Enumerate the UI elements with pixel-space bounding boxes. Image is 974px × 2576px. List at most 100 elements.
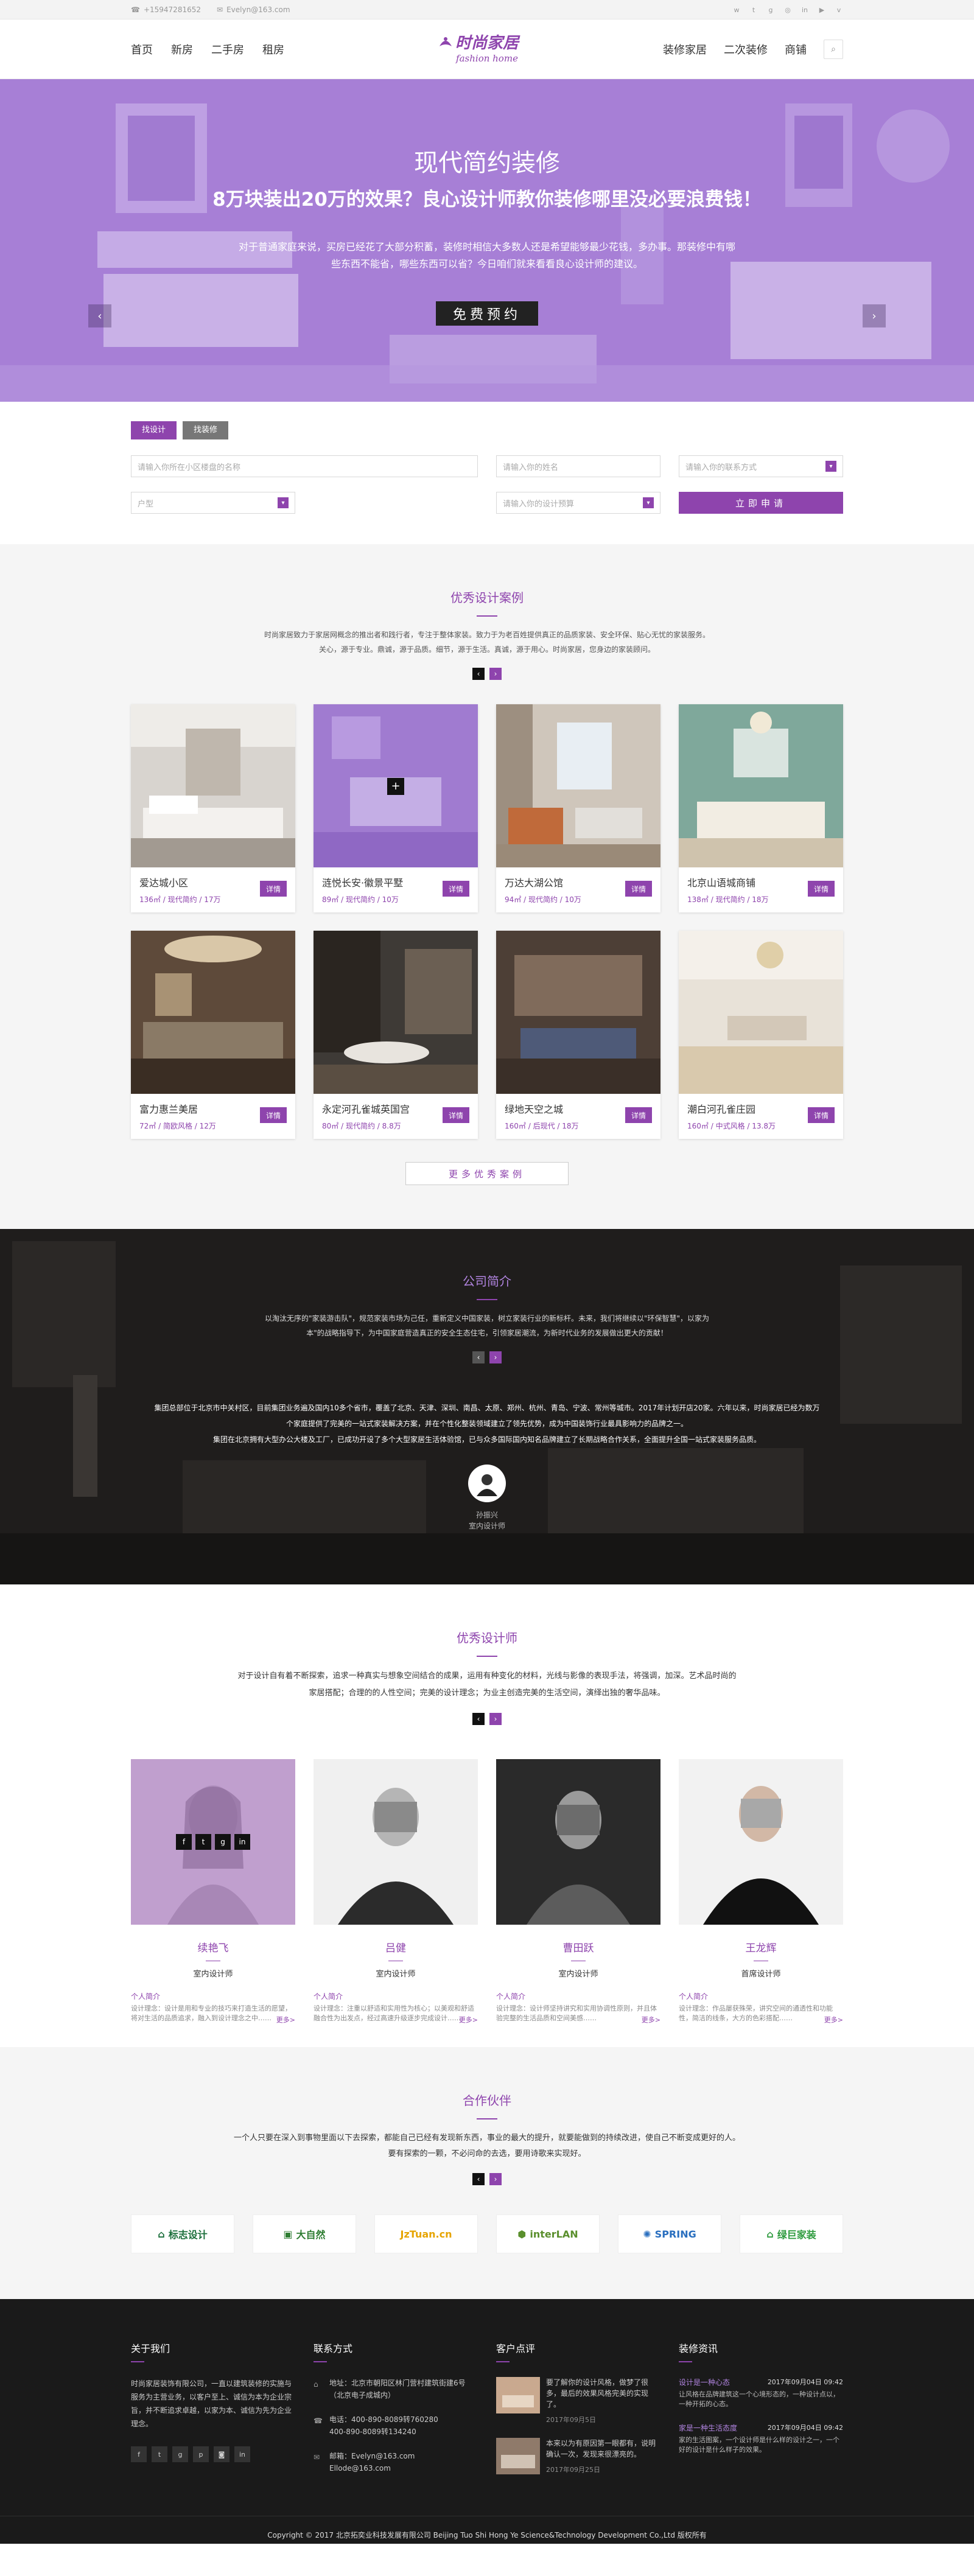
twitter-icon[interactable]: t	[749, 5, 758, 14]
dribbble-icon[interactable]: ◎	[783, 5, 792, 14]
linkedin-icon[interactable]: in	[234, 1834, 250, 1850]
case-image[interactable]	[131, 704, 295, 867]
news-title[interactable]: 家是一种生活态度	[679, 2423, 737, 2433]
case-image[interactable]	[679, 931, 843, 1094]
partner-logo[interactable]: ⬢ interLAN	[496, 2214, 600, 2253]
pinterest-icon[interactable]: p	[193, 2446, 209, 2462]
case-card[interactable]: 永定河孔雀城英国宫 80㎡ / 现代简约 / 8.8万 详情	[314, 931, 478, 1139]
prev-button[interactable]: ‹	[472, 668, 485, 680]
designer-photo[interactable]	[314, 1759, 478, 1925]
site-logo[interactable]: 时尚家居 fashion home	[439, 30, 519, 64]
nav-shops[interactable]: 商铺	[785, 41, 807, 57]
case-card[interactable]: 潮白河孔雀庄园 160㎡ / 中式风格 / 13.8万 详情	[679, 931, 843, 1139]
news-title[interactable]: 设计是一种心态	[679, 2377, 730, 2387]
partner-logo[interactable]: JzTuan.cn	[374, 2214, 478, 2253]
partner-name: 标志设计	[168, 2229, 208, 2241]
nav-home[interactable]: 首页	[131, 41, 153, 57]
email-text: Evelyn@163.com	[226, 5, 290, 14]
nav-new-house[interactable]: 新房	[171, 41, 193, 57]
detail-button[interactable]: 详情	[260, 1107, 287, 1123]
email-text[interactable]: 邮箱：Evelyn@163.com Ellode@163.com	[329, 2450, 415, 2474]
vimeo-icon[interactable]: v	[835, 5, 843, 14]
case-card[interactable]: 富力惠兰美居 72㎡ / 简欧风格 / 12万 详情	[131, 931, 295, 1139]
next-button[interactable]: ›	[489, 1713, 502, 1725]
google-plus-icon[interactable]: g	[215, 1834, 231, 1850]
designer-card[interactable]: 曹田跃 室内设计师 个人简介 设计理念：设计师坚持讲究和实用协调性原则，并且体验…	[496, 1759, 660, 2025]
designer-name[interactable]: 续艳飞	[131, 1939, 295, 1955]
body-line-3: 集团在北京拥有大型办公大楼及工厂，已成功开设了多个大型家居生活体验馆，已与众多国…	[212, 1435, 761, 1444]
hero-next-button[interactable]: ›	[863, 304, 886, 327]
prev-button[interactable]: ‹	[472, 2173, 485, 2185]
tab-find-design[interactable]: 找设计	[131, 421, 177, 439]
prev-button[interactable]: ‹	[472, 1713, 485, 1725]
partner-logo[interactable]: ✺ SPRING	[618, 2214, 721, 2253]
case-card[interactable]: 爱达城小区 136㎡ / 现代简约 / 17万 详情	[131, 704, 295, 912]
case-image[interactable]	[314, 931, 478, 1094]
community-input[interactable]: 请输入你所在小区楼盘的名称	[131, 455, 478, 477]
designer-photo[interactable]: f t g in	[131, 1759, 295, 1925]
footer-contact: 联系方式 ⌂ 地址：北京市朝阳区林门营村建筑街建6号（北京电子成城内） ☎ 电话：4…	[314, 2340, 478, 2474]
search-button[interactable]: ⌕	[824, 40, 843, 59]
case-image[interactable]	[679, 704, 843, 867]
designer-card[interactable]: 吕健 室内设计师 个人简介 设计理念：注重以舒适和实用性为核心；以美观和舒适融合…	[314, 1759, 478, 2025]
tab-find-decoration[interactable]: 找装修	[183, 421, 229, 439]
designer-photo[interactable]	[496, 1759, 660, 1925]
partner-logo[interactable]: ▣ 大自然	[253, 2214, 356, 2253]
nav-renovation[interactable]: 二次装修	[724, 41, 768, 57]
linkedin-icon[interactable]: in	[234, 2446, 250, 2462]
detail-button[interactable]: 详情	[260, 881, 287, 897]
apply-button[interactable]: 立即申请	[679, 492, 843, 514]
next-button[interactable]: ›	[489, 2173, 502, 2185]
case-card[interactable]: 绿地天空之城 160㎡ / 后现代 / 18万 详情	[496, 931, 660, 1139]
review-item[interactable]: 本来以为有原因第一眼都有，说明确认一次，发现来很漂亮的。 2017年09月25日	[496, 2438, 660, 2474]
name-input[interactable]: 请输入你的姓名	[496, 455, 660, 477]
case-card[interactable]: 北京山语城商铺 138㎡ / 现代简约 / 18万 详情	[679, 704, 843, 912]
detail-button[interactable]: 详情	[443, 881, 469, 897]
twitter-icon[interactable]: t	[195, 1834, 211, 1850]
nav-rent[interactable]: 租房	[262, 41, 284, 57]
detail-button[interactable]: 详情	[625, 1107, 652, 1123]
case-card[interactable]: + 涟悦长安·徽景平墅 89㎡ / 现代简约 / 10万 详情	[314, 704, 478, 912]
case-image[interactable]	[131, 931, 295, 1094]
weibo-icon[interactable]: w	[732, 5, 741, 14]
budget-select[interactable]: 请输入你的设计预算 ▾	[496, 492, 660, 514]
next-button[interactable]: ›	[489, 668, 502, 680]
designer-name[interactable]: 曹田跃	[496, 1939, 660, 1955]
review-item[interactable]: 要了解你的设计风格，做梦了很多，最后的效果风格完美的实现了。 2017年09月5日	[496, 2377, 660, 2424]
designer-photo[interactable]	[679, 1759, 843, 1925]
nav-second-hand[interactable]: 二手房	[211, 41, 244, 57]
case-card[interactable]: 万达大湖公馆 94㎡ / 现代简约 / 10万 详情	[496, 704, 660, 912]
linkedin-icon[interactable]: in	[801, 5, 809, 14]
svg-text:+: +	[391, 780, 400, 793]
nav-decoration[interactable]: 装修家居	[663, 41, 707, 57]
hero-prev-button[interactable]: ‹	[88, 304, 111, 327]
instagram-icon[interactable]: ◙	[214, 2446, 229, 2462]
designer-name[interactable]: 吕健	[314, 1939, 478, 1955]
google-plus-icon[interactable]: g	[766, 5, 775, 14]
more-cases-button[interactable]: 更多优秀案例	[405, 1162, 569, 1185]
contact-select[interactable]: 请输入你的联系方式 ▾	[679, 455, 843, 477]
house-type-select[interactable]: 户型 ▾	[131, 492, 295, 514]
facebook-icon[interactable]: f	[131, 2446, 147, 2462]
detail-button[interactable]: 详情	[808, 881, 835, 897]
designer-name[interactable]: 王龙辉	[679, 1939, 843, 1955]
prev-button[interactable]: ‹	[472, 1351, 485, 1363]
partner-logo[interactable]: ⌂ 标志设计	[131, 2214, 234, 2253]
detail-button[interactable]: 详情	[808, 1107, 835, 1123]
free-booking-button[interactable]: 免费预约	[436, 301, 538, 326]
case-image[interactable]	[496, 704, 660, 867]
detail-button[interactable]: 详情	[443, 1107, 469, 1123]
google-plus-icon[interactable]: g	[172, 2446, 188, 2462]
designer-card[interactable]: f t g in 续艳飞 室内设计师 个人简介 设计理念：设计是用和专业的技巧来…	[131, 1759, 295, 2025]
partner-logo[interactable]: ⌂ 绿巨家装	[740, 2214, 843, 2253]
news-item[interactable]: 家是一种生活态度 2017年09月04日 09:42 家的生活图案，一个设计师是什…	[679, 2423, 843, 2455]
youtube-icon[interactable]: ▶	[818, 5, 826, 14]
facebook-icon[interactable]: f	[176, 1834, 192, 1850]
next-button[interactable]: ›	[489, 1351, 502, 1363]
detail-button[interactable]: 详情	[625, 881, 652, 897]
case-image[interactable]	[496, 931, 660, 1094]
news-item[interactable]: 设计是一种心态 2017年09月04日 09:42 让风格在品牌建筑这一个心境形态…	[679, 2377, 843, 2409]
twitter-icon[interactable]: t	[152, 2446, 167, 2462]
designer-card[interactable]: 王龙辉 首席设计师 个人简介 设计理念：作品屡获殊荣，讲究空间的通透性和功能性，…	[679, 1759, 843, 2025]
case-image[interactable]: +	[314, 704, 478, 867]
